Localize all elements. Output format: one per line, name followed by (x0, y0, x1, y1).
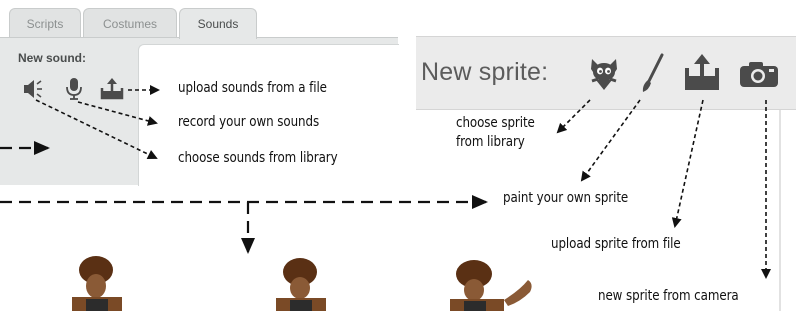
label-choose-sounds: choose sounds from library (178, 150, 338, 166)
tab-sounds[interactable]: Sounds (179, 8, 257, 39)
label-choose-sprite-line1: choose sprite (456, 115, 535, 131)
label-upload-sounds: upload sounds from a file (178, 80, 327, 96)
label-record-sounds: record your own sounds (178, 114, 320, 130)
label-choose-sprite-line2: from library (456, 134, 525, 150)
annotation-arrows (0, 85, 771, 279)
label-paint-sprite: paint your own sprite (503, 190, 629, 206)
arrow-paint-sprite (580, 99, 641, 182)
arrow-upload-sprite (671, 99, 704, 228)
label-upload-sprite: upload sprite from file (551, 236, 681, 252)
arrow-choose-sprite (556, 99, 591, 134)
arrow-choose-sound (35, 99, 158, 160)
arrow-record-sound (77, 101, 158, 126)
label-camera-sprite: new sprite from camera (598, 288, 739, 304)
